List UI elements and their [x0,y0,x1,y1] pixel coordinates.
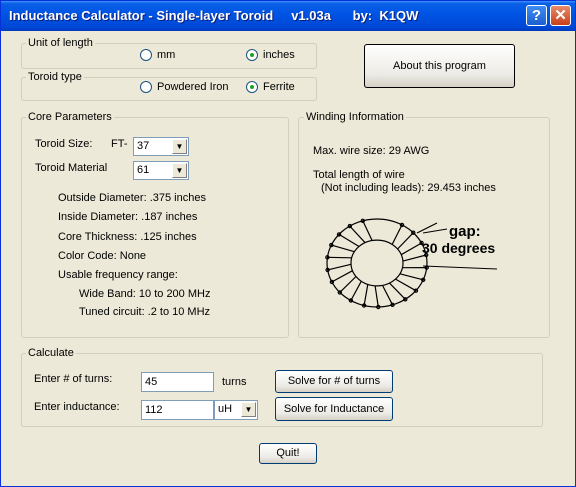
radio-mm[interactable] [140,49,152,61]
inside-diameter-text: Inside Diameter: .187 inches [58,211,198,223]
toroid-core [325,218,438,310]
window-title: Inductance Calculator - Single-layer Tor… [9,8,419,23]
inductance-unit-select[interactable]: uH ▼ [214,400,258,420]
gap-pointer-lower [422,265,498,270]
app-window: Inductance Calculator - Single-layer Tor… [0,0,576,487]
winding-turn [327,256,352,259]
solve-inductance-button[interactable]: Solve for Inductance [275,397,393,421]
tuned-circuit-text: Tuned circuit: .2 to 10 MHz [79,306,211,318]
winding-turn [381,285,394,306]
winding-turn [391,224,403,245]
winding-turn [395,278,417,292]
quit-button-label: Quit! [276,447,300,459]
total-length-text: Total length of wire [313,169,405,181]
winding-turn [331,244,355,253]
winding-turn [331,270,353,283]
turns-input[interactable] [141,372,214,392]
title-bar[interactable]: Inductance Calculator - Single-layer Tor… [1,1,575,31]
chevron-down-icon[interactable]: ▼ [172,163,187,178]
radio-inches[interactable] [246,49,258,61]
winding-turn [327,263,352,271]
chevron-down-icon[interactable]: ▼ [172,139,187,154]
chevron-down-icon[interactable]: ▼ [241,402,256,417]
gap-pointer-upper [422,228,448,234]
solve-turns-button-label: Solve for # of turns [287,375,381,387]
winding-turn [389,282,406,300]
wide-band-text: Wide Band: 10 to 200 MHz [79,288,211,300]
winding-turn [339,276,357,293]
help-button[interactable]: ? [526,5,547,26]
winding-turn [374,285,379,308]
about-button[interactable]: About this program [364,44,515,88]
toroid-type-legend: Toroid type [26,71,84,83]
calculate-legend: Calculate [26,347,76,359]
core-thickness-text: Core Thickness: .125 inches [58,231,197,243]
radio-ferrite[interactable] [246,81,258,93]
color-code-text: Color Code: None [58,250,147,262]
outside-diameter-text: Outside Diameter: .375 inches [58,192,206,204]
close-icon: ✕ [554,7,567,24]
turns-label: Enter # of turns: [34,373,113,385]
toroid-diagram: gap: 30 degrees [325,218,498,310]
toroid-inner-edge [350,239,404,287]
inductance-input[interactable] [141,400,214,420]
frequency-range-header: Usable frequency range: [58,269,178,281]
toroid-material-select[interactable]: 61 ▼ [133,161,189,180]
about-button-label: About this program [393,60,486,72]
inductance-label: Enter inductance: [34,401,120,413]
close-button[interactable]: ✕ [550,5,571,26]
toroid-size-value: 37 [137,140,150,152]
inductance-unit-value: uH [218,403,233,415]
radio-powdered-iron-label[interactable]: Powdered Iron [157,81,229,93]
radio-ferrite-label[interactable]: Ferrite [263,81,295,93]
winding-information-legend: Winding Information [304,111,406,123]
winding-turn [400,242,422,256]
toroid-size-select[interactable]: 37 ▼ [133,137,189,156]
solve-inductance-button-label: Solve for Inductance [283,403,385,415]
winding-turn [362,220,373,241]
toroid-material-label: Toroid Material [35,162,108,174]
max-wire-size-text: Max. wire size: 29 AWG [313,145,430,157]
toroid-material-value: 61 [137,164,150,176]
radio-mm-label[interactable]: mm [157,49,175,61]
core-parameters-legend: Core Parameters [26,111,114,123]
winding-turn [399,273,424,281]
gap-degrees: 30 degrees [422,240,495,256]
solve-turns-button[interactable]: Solve for # of turns [275,370,393,393]
winding-turn [397,232,414,250]
unit-of-length-legend: Unit of length [26,37,95,49]
gap-label: gap: [449,223,481,240]
toroid-size-label: Toroid Size: [35,138,93,150]
winding-turn [363,284,369,306]
radio-powdered-iron[interactable] [140,81,152,93]
help-icon: ? [531,7,542,24]
radio-inches-label[interactable]: inches [263,49,295,61]
winding-turn [338,233,360,248]
quit-button[interactable]: Quit! [259,443,317,464]
toroid-size-prefix: FT- [111,138,128,150]
inductance-input-field[interactable] [142,401,213,419]
winding-turn [349,225,366,244]
not-including-leads-text: (Not including leads): 29.453 inches [321,182,496,194]
winding-turn [350,280,362,301]
turns-unit-label: turns [222,376,247,388]
turns-input-field[interactable] [142,373,213,391]
